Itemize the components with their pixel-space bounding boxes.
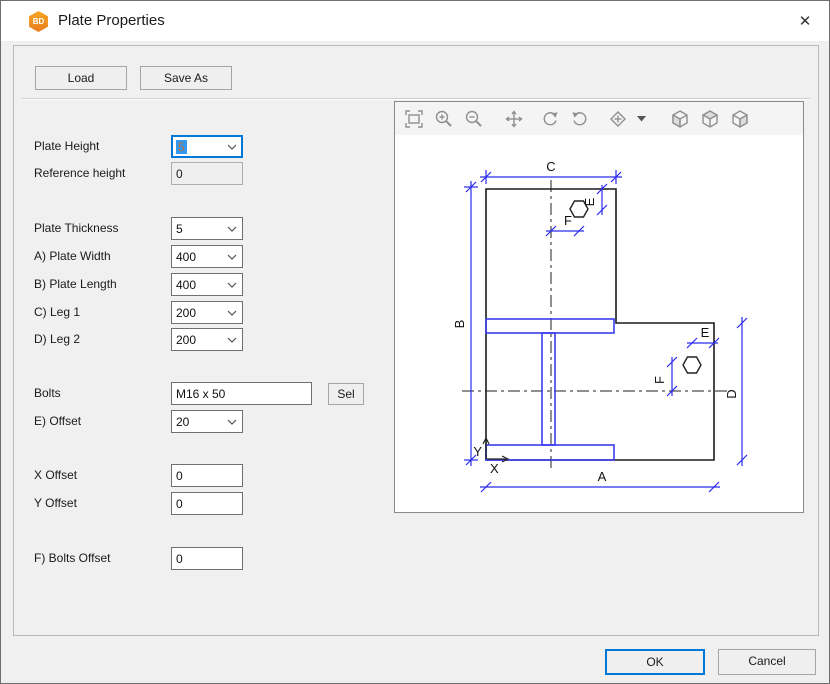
preview-toolbar bbox=[395, 102, 803, 135]
title-bar: BD Plate Properties ✕ bbox=[1, 1, 829, 41]
leg2-value: 200 bbox=[176, 333, 196, 347]
dim-label-a: A bbox=[598, 469, 607, 484]
zoom-window-icon bbox=[404, 109, 424, 129]
leg2-label: D) Leg 2 bbox=[34, 332, 80, 346]
bolts-sel-button[interactable]: Sel bbox=[328, 383, 364, 405]
window-title: Plate Properties bbox=[58, 12, 165, 29]
zoom-in-icon bbox=[434, 109, 454, 129]
rotate-right-button[interactable] bbox=[567, 106, 593, 132]
rotate-left-icon bbox=[540, 109, 560, 129]
plate-length-label: B) Plate Length bbox=[34, 277, 117, 291]
bolts-offset-label: F) Bolts Offset bbox=[34, 551, 110, 565]
dim-label-e-right: E bbox=[701, 325, 710, 340]
leg2-select[interactable]: 200 bbox=[171, 328, 243, 351]
chevron-down-icon bbox=[227, 144, 237, 150]
e-offset-select[interactable]: 20 bbox=[171, 410, 243, 433]
zoom-window-button[interactable] bbox=[401, 106, 427, 132]
zoom-out-button[interactable] bbox=[461, 106, 487, 132]
axis-label-x: X bbox=[490, 461, 499, 476]
center-view-button[interactable] bbox=[605, 106, 631, 132]
plate-width-select[interactable]: 400 bbox=[171, 245, 243, 268]
dim-label-d: D bbox=[724, 389, 739, 398]
iso-view-2-icon bbox=[700, 109, 720, 129]
plate-properties-dialog: BD Plate Properties ✕ Load Save As Plate… bbox=[0, 0, 830, 684]
plate-height-label: Plate Height bbox=[34, 139, 99, 153]
y-offset-label: Y Offset bbox=[34, 496, 77, 510]
dim-label-f-top: F bbox=[564, 213, 572, 228]
x-offset-label: X Offset bbox=[34, 468, 77, 482]
plate-preview-drawing: C B A D bbox=[395, 135, 803, 512]
leg1-value: 200 bbox=[176, 306, 196, 320]
caret-down-icon bbox=[637, 116, 647, 122]
bolts-field[interactable] bbox=[171, 382, 312, 405]
iso-view-2-button[interactable] bbox=[697, 106, 723, 132]
bolt-right bbox=[683, 357, 701, 373]
chevron-down-icon bbox=[227, 226, 237, 232]
save-as-button[interactable]: Save As bbox=[140, 66, 232, 90]
ok-button[interactable]: OK bbox=[605, 649, 705, 675]
e-offset-label: E) Offset bbox=[34, 414, 81, 428]
leg1-label: C) Leg 1 bbox=[34, 305, 80, 319]
leg1-select[interactable]: 200 bbox=[171, 301, 243, 324]
reference-height-label: Reference height bbox=[34, 166, 125, 180]
app-icon: BD bbox=[28, 11, 49, 32]
y-offset-field[interactable] bbox=[171, 492, 243, 515]
e-offset-value: 20 bbox=[176, 415, 189, 429]
rotate-left-button[interactable] bbox=[537, 106, 563, 132]
iso-view-1-button[interactable] bbox=[667, 106, 693, 132]
separator-line bbox=[22, 98, 810, 100]
dim-label-c: C bbox=[546, 159, 555, 174]
close-icon[interactable]: ✕ bbox=[793, 10, 817, 34]
preview-panel: C B A D bbox=[394, 101, 804, 513]
plate-length-select[interactable]: 400 bbox=[171, 273, 243, 296]
plate-length-value: 400 bbox=[176, 278, 196, 292]
view-dropdown-button[interactable] bbox=[635, 106, 649, 132]
chevron-down-icon bbox=[227, 419, 237, 425]
plate-height-select[interactable]: 5 bbox=[171, 135, 243, 158]
plate-thickness-label: Plate Thickness bbox=[34, 221, 119, 235]
dim-label-f-right: F bbox=[652, 376, 667, 384]
center-view-icon bbox=[608, 109, 628, 129]
reference-height-field bbox=[171, 162, 243, 185]
iso-view-3-icon bbox=[730, 109, 750, 129]
plate-thickness-select[interactable]: 5 bbox=[171, 217, 243, 240]
dim-label-b: B bbox=[452, 320, 467, 329]
bolts-offset-field[interactable] bbox=[171, 547, 243, 570]
plate-width-value: 400 bbox=[176, 250, 196, 264]
rotate-right-icon bbox=[570, 109, 590, 129]
bolts-label: Bolts bbox=[34, 386, 61, 400]
chevron-down-icon bbox=[227, 254, 237, 260]
content-panel: Load Save As Plate Height 5 Reference he… bbox=[13, 45, 819, 636]
iso-view-3-button[interactable] bbox=[727, 106, 753, 132]
dim-label-e-top: E bbox=[582, 197, 597, 206]
pan-icon bbox=[504, 109, 524, 129]
pan-button[interactable] bbox=[501, 106, 527, 132]
zoom-in-button[interactable] bbox=[431, 106, 457, 132]
iso-view-1-icon bbox=[670, 109, 690, 129]
chevron-down-icon bbox=[227, 337, 237, 343]
axis-label-y: Y bbox=[473, 444, 482, 459]
zoom-out-icon bbox=[464, 109, 484, 129]
plate-width-label: A) Plate Width bbox=[34, 249, 111, 263]
plate-height-value: 5 bbox=[176, 140, 187, 154]
app-icon-text: BD bbox=[33, 17, 45, 26]
cancel-button[interactable]: Cancel bbox=[718, 649, 816, 675]
load-button[interactable]: Load bbox=[35, 66, 127, 90]
x-offset-field[interactable] bbox=[171, 464, 243, 487]
chevron-down-icon bbox=[227, 310, 237, 316]
plate-thickness-value: 5 bbox=[176, 222, 183, 236]
chevron-down-icon bbox=[227, 282, 237, 288]
